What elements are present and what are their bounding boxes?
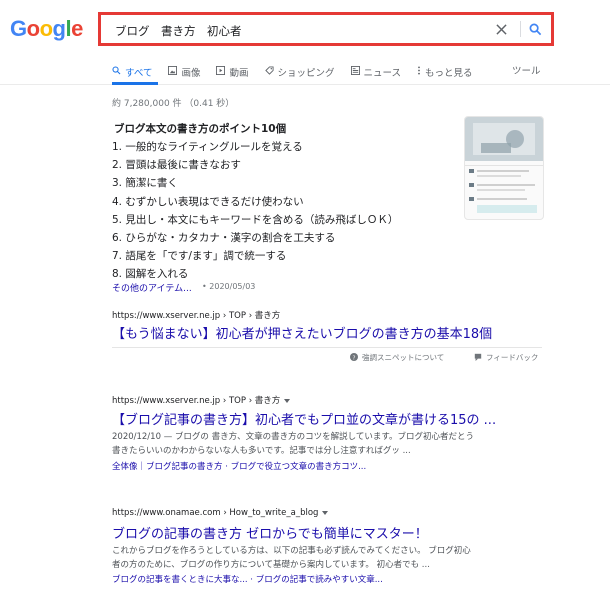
featured-snippet-list: 1. 一般的なライティングルールを覚える 2. 冒頭は最後に書きなおす 3. 簡…	[112, 138, 398, 284]
tab-label: すべて	[125, 68, 153, 79]
image-icon	[168, 66, 178, 78]
logo-letter: o	[39, 16, 53, 41]
result-snippet: これからブログを作ろうとしている方は、以下の記事も必ず読んでみてください。 ブロ…	[112, 546, 471, 556]
search-tabs: すべて 画像 動画 ショッピング ニュース もっと見る	[112, 63, 473, 81]
tab-videos[interactable]: 動画	[216, 63, 249, 81]
list-item: 6. ひらがな・カタカナ・漢字の割合を工夫する	[112, 231, 336, 244]
logo-letter: o	[26, 16, 40, 41]
list-item: 1. 一般的なライティングルールを覚える	[112, 141, 303, 153]
result-url: https://www.onamae.com › How_to_write_a_…	[112, 508, 329, 518]
tab-label: ニュース	[363, 68, 402, 79]
feedback-label: フィードバック	[486, 353, 539, 362]
tab-shopping[interactable]: ショッピング	[264, 63, 335, 81]
search-input[interactable]	[113, 21, 477, 41]
search-divider	[520, 21, 521, 37]
result-url-text: https://www.onamae.com › How_to_write_a_…	[112, 508, 319, 518]
tab-images[interactable]: 画像	[168, 63, 200, 81]
google-logo[interactable]: Google	[10, 16, 83, 42]
tabs-divider	[0, 84, 610, 85]
tab-label: ショッピング	[277, 68, 335, 79]
tab-more[interactable]: もっと見る	[417, 63, 473, 81]
tab-label: 動画	[229, 68, 249, 79]
list-item: 2. 冒頭は最後に書きなおす	[112, 159, 241, 172]
result-sitelinks[interactable]: 全体像｜ブログ記事の書き方 · ブログで役立つ文章の書き方コツ...	[112, 460, 366, 472]
tab-label: 画像	[181, 68, 201, 79]
chevron-down-icon[interactable]	[284, 398, 291, 403]
more-items-link[interactable]: その他のアイテム...	[112, 281, 192, 294]
logo-letter: g	[52, 16, 66, 41]
result-stats: 約 7,280,000 件 （0.41 秒）	[112, 99, 235, 109]
result-snippet: 書きたらいいのかわからないな人も多いです。記事では分し注意すればグッ ...	[112, 446, 411, 456]
svg-text:?: ?	[353, 355, 356, 361]
tag-icon	[264, 66, 274, 78]
feedback-icon	[474, 353, 482, 363]
feedback-button[interactable]: フィードバック	[474, 352, 538, 363]
list-item: 4. むずかしい表現はできるだけ使わない	[112, 195, 304, 208]
result-snippet: 者の方のために、ブログの作り方について基礎から案内しています。 初心者でも ..…	[112, 560, 430, 570]
chevron-down-icon[interactable]	[322, 510, 329, 515]
tab-label: もっと見る	[425, 68, 473, 79]
result-title-link[interactable]: 【ブログ記事の書き方】初心者でもプロ並の文章が書ける15の ...	[112, 409, 496, 428]
result-title-link[interactable]: 【もう悩まない】初心者が押さえたいブログの書き方の基本18個	[112, 323, 492, 342]
result-title-link[interactable]: ブログの記事の書き方 ゼロからでも簡単にマスター！	[112, 523, 428, 542]
list-item: 3. 簡潔に書く	[112, 177, 178, 190]
result-sitelinks[interactable]: ブログの記事を書くときに大事な... · ブログの記事で読みやすい文章...	[112, 573, 383, 585]
search-icon	[112, 66, 121, 78]
logo-letter: e	[71, 16, 83, 41]
active-tab-indicator	[112, 82, 158, 85]
featured-snippet-title: ブログ本文の書き方のポイント10個	[114, 123, 287, 135]
about-featured-snippets[interactable]: ? 強調スニペットについて	[350, 352, 444, 363]
snippet-divider	[112, 347, 542, 348]
snippet-date: • 2020/05/03	[202, 282, 256, 291]
list-item: 7. 語尾を「です/ます」調で統一する	[112, 250, 287, 263]
logo-letter: G	[10, 16, 27, 41]
more-icon	[417, 66, 421, 78]
tools-button[interactable]: ツール	[512, 63, 541, 77]
tab-news[interactable]: ニュース	[350, 63, 402, 81]
featured-snippet-image[interactable]	[464, 116, 544, 220]
news-icon	[350, 66, 360, 78]
tab-all[interactable]: すべて	[112, 63, 152, 81]
help-icon: ?	[350, 352, 358, 363]
result-url-text: https://www.xserver.ne.jp › TOP › 書き方	[112, 396, 281, 406]
about-label: 強調スニペットについて	[362, 353, 445, 362]
video-icon	[216, 66, 226, 78]
close-icon[interactable]	[491, 19, 511, 39]
list-item: 5. 見出し・本文にもキーワードを含める（読み飛ばしＯＫ）	[112, 213, 399, 226]
result-url: https://www.xserver.ne.jp › TOP › 書き方	[112, 394, 291, 406]
search-box	[98, 12, 554, 46]
search-icon[interactable]	[525, 19, 545, 39]
result-snippet: 2020/12/10 — ブログの 書き方、文章の書き方のコツを解説しています。…	[112, 432, 474, 442]
result-url: https://www.xserver.ne.jp › TOP › 書き方	[112, 311, 281, 321]
